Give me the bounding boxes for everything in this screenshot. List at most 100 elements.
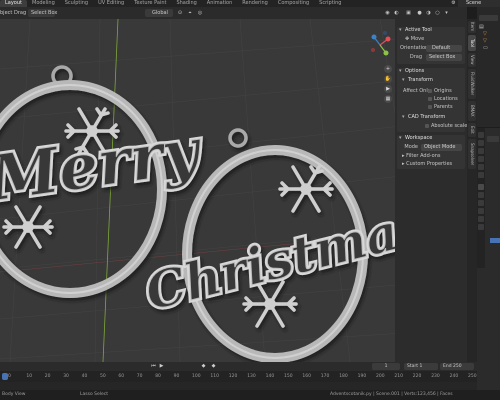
outliner-editor[interactable]: ▤ ▽ ▽ ▭ bbox=[477, 7, 500, 127]
mode-label: Mode bbox=[404, 144, 418, 150]
perspective-grid-icon[interactable]: ▦ bbox=[384, 95, 392, 103]
sidebar-tab-item[interactable]: Item bbox=[468, 21, 476, 33]
modifier-tab-icon[interactable] bbox=[478, 192, 484, 198]
mouse-left-hint: Body View bbox=[2, 392, 26, 397]
sidebar-tab-edit[interactable]: Edit bbox=[468, 123, 476, 137]
drag-select[interactable]: Select Box bbox=[426, 54, 462, 61]
render-tab-icon[interactable] bbox=[478, 140, 484, 146]
scene-name-field[interactable]: Scene bbox=[458, 0, 500, 7]
custom-properties-toggle[interactable]: ▸ Custom Properties bbox=[402, 161, 452, 168]
mode-select[interactable]: Object Mode bbox=[421, 144, 462, 151]
start-frame-field[interactable]: Start 1 bbox=[404, 363, 438, 370]
rendered-shading-icon[interactable]: ○ bbox=[434, 9, 441, 17]
camera-icon[interactable]: ▭ bbox=[483, 45, 489, 51]
sidebar-tab-bmax[interactable]: BMAX bbox=[468, 101, 476, 121]
next-keyframe-icon[interactable]: ◆ bbox=[210, 363, 217, 370]
view-layer-tab-icon[interactable] bbox=[478, 156, 484, 162]
output-tab-icon[interactable] bbox=[478, 148, 484, 154]
physics-tab-icon[interactable] bbox=[478, 208, 484, 214]
xray-icon[interactable]: ▣ bbox=[405, 9, 412, 17]
workspace-tab-scripting[interactable]: Scripting bbox=[314, 0, 346, 7]
active-tool-header[interactable]: Active Tool bbox=[397, 27, 465, 34]
gizmo-z-icon bbox=[371, 34, 377, 40]
proportional-edit-icon[interactable]: ◎ bbox=[196, 9, 204, 17]
jump-start-icon[interactable]: ⏮ bbox=[150, 363, 157, 370]
world-tab-icon[interactable] bbox=[478, 172, 484, 178]
sidebar-tab-view[interactable]: View bbox=[468, 53, 476, 67]
affect-origins-checkbox[interactable]: Origins bbox=[428, 88, 452, 95]
transform-subheader[interactable]: Transform bbox=[400, 77, 465, 84]
overlays-icon[interactable]: ◐ bbox=[393, 9, 400, 17]
mouse-middle-hint: Lasso Select bbox=[80, 392, 109, 397]
object-mode-label[interactable]: bject bbox=[0, 9, 12, 17]
ruler-frame-label: 240 bbox=[449, 374, 459, 379]
workspace-panel: Workspace Mode Object Mode ▸ Filter Add-… bbox=[397, 135, 465, 169]
object-tab-icon[interactable] bbox=[478, 184, 484, 190]
solid-shading-icon[interactable]: ● bbox=[416, 9, 423, 17]
timeline-tracks[interactable] bbox=[0, 382, 477, 390]
ruler-frame-label: 250 bbox=[468, 374, 477, 379]
ruler-frame-label: 0 bbox=[8, 374, 11, 379]
affect-only-label: Affect Only bbox=[403, 88, 431, 94]
tool-tab-icon[interactable] bbox=[478, 132, 484, 138]
ruler-frame-label: 100 bbox=[192, 374, 201, 379]
affect-parents-checkbox[interactable]: Parents bbox=[428, 104, 453, 111]
snap-icon[interactable]: ⌖ bbox=[186, 9, 194, 17]
sidebar-tab-tool[interactable]: Tool bbox=[468, 35, 476, 51]
end-frame-field[interactable]: End 250 bbox=[440, 363, 474, 370]
sidebar-tab-fluidwalker[interactable]: FluidWalker bbox=[468, 69, 476, 99]
ruler-frame-label: 150 bbox=[284, 374, 293, 379]
cad-transform-subheader[interactable]: CAD Transform bbox=[400, 114, 460, 121]
options-header[interactable]: Options bbox=[397, 68, 465, 75]
ruler-frame-label: 220 bbox=[412, 374, 422, 379]
zoom-icon[interactable]: + bbox=[384, 65, 392, 73]
ruler-frame-label: 120 bbox=[228, 374, 238, 379]
prev-keyframe-icon[interactable]: ◆ bbox=[200, 363, 207, 370]
outliner-filter-field[interactable] bbox=[479, 15, 498, 21]
timeline-ruler[interactable]: 0 10 20 30 40 50 60 70 80 90 100 110 120 130 140 150 160… bbox=[0, 371, 477, 382]
workspace-header[interactable]: Workspace bbox=[397, 135, 465, 142]
object-icon[interactable]: ▽ bbox=[483, 31, 489, 37]
visibility-icon[interactable]: ◉ bbox=[384, 9, 391, 17]
workspace-tab-uv-editing[interactable]: UV Editing bbox=[93, 0, 129, 7]
ruler-frame-label: 40 bbox=[81, 374, 88, 379]
data-tab-icon[interactable] bbox=[478, 224, 484, 230]
drag-label: Drag bbox=[14, 10, 27, 16]
properties-active-field[interactable] bbox=[490, 238, 500, 243]
scene-icon[interactable]: ⚙ bbox=[450, 0, 457, 7]
drag-select-dropdown[interactable]: Select Box bbox=[28, 9, 57, 17]
workspace-tab-animation[interactable]: Animation bbox=[202, 0, 238, 7]
workspace-tab-sculpting[interactable]: Sculpting bbox=[60, 0, 93, 7]
pivot-icon[interactable]: ⊙ bbox=[176, 9, 184, 17]
workspace-tab-texture-paint[interactable]: Texture Paint bbox=[129, 0, 171, 7]
affect-locations-checkbox[interactable]: Locations bbox=[428, 96, 458, 103]
properties-search-field[interactable] bbox=[487, 136, 499, 142]
workspace-tab-layout[interactable]: Layout bbox=[0, 0, 27, 7]
ruler-frame-label: 20 bbox=[44, 374, 51, 379]
material-shading-icon[interactable]: ◑ bbox=[425, 9, 432, 17]
constraints-tab-icon[interactable] bbox=[478, 216, 484, 222]
absolute-scale-checkbox[interactable]: Absolute scale bbox=[425, 123, 467, 130]
scene-tab-icon[interactable] bbox=[478, 164, 484, 170]
pan-hand-icon[interactable]: ✋ bbox=[384, 75, 392, 83]
particles-tab-icon[interactable] bbox=[478, 200, 484, 206]
active-tool-panel: Active Tool ✥ Move Orientation Default D… bbox=[397, 27, 465, 64]
viewport-header: bject Drag Select Box Global ⊙ ⌖ ◎ ◉ ◐ ▣… bbox=[0, 7, 467, 19]
collection-icon[interactable]: ▤ bbox=[479, 24, 485, 30]
filter-addons-toggle[interactable]: ▸ Filter Add-ons bbox=[402, 153, 441, 160]
shading-options-icon[interactable]: ▾ bbox=[443, 9, 450, 17]
orientation-select[interactable]: Default bbox=[426, 45, 462, 52]
workspace-tab-rendering[interactable]: Rendering bbox=[237, 0, 273, 7]
sidebar-vertical-tabs: Item Tool View FluidWalker BMAX Edit Snapsolve… bbox=[467, 19, 477, 362]
workspace-tab-modeling[interactable]: Modeling bbox=[27, 0, 60, 7]
current-frame-field[interactable]: 1 bbox=[372, 363, 400, 370]
camera-view-icon[interactable]: ▶ bbox=[384, 85, 392, 93]
drag-field-label: Drag bbox=[409, 54, 422, 60]
workspace-tab-compositing[interactable]: Compositing bbox=[273, 0, 314, 7]
object-icon[interactable]: ▽ bbox=[483, 38, 489, 44]
orientation-dropdown[interactable]: Global bbox=[145, 9, 173, 17]
workspace-tab-shading[interactable]: Shading bbox=[171, 0, 201, 7]
sidebar-tab-snapsolver[interactable]: Snapsolver bbox=[468, 139, 476, 169]
active-tool-name: ✥ Move bbox=[405, 36, 425, 42]
play-icon[interactable]: ▶ bbox=[158, 363, 165, 370]
